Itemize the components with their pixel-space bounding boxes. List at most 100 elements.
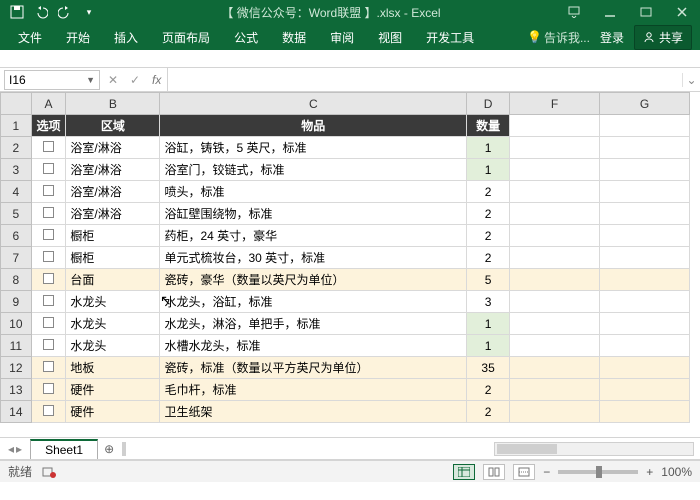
expand-formula-bar-icon[interactable]: ⌄ xyxy=(682,73,700,87)
cell-qty[interactable]: 2 xyxy=(467,247,510,269)
sheet-prev-icon[interactable]: ▸ xyxy=(16,442,22,456)
checkbox-icon[interactable] xyxy=(43,185,54,196)
checkbox-icon[interactable] xyxy=(43,251,54,262)
checkbox-icon[interactable] xyxy=(43,383,54,394)
cell-item[interactable]: 瓷砖，豪华（数量以英尺为单位） xyxy=(160,269,467,291)
cell[interactable] xyxy=(600,225,690,247)
cell-area[interactable]: 橱柜 xyxy=(66,225,160,247)
view-pagelayout-button[interactable] xyxy=(483,464,505,480)
cell-area[interactable]: 硬件 xyxy=(66,401,160,423)
share-button[interactable]: 共享 xyxy=(634,25,692,50)
cell-item[interactable]: 水龙头，浴缸，标准 xyxy=(160,291,467,313)
cell-qty[interactable]: 35 xyxy=(467,357,510,379)
cell-checkbox[interactable] xyxy=(31,379,66,401)
col-header-B[interactable]: B xyxy=(66,93,160,115)
cell-qty[interactable]: 1 xyxy=(467,313,510,335)
tell-me[interactable]: 💡告诉我... xyxy=(527,29,590,46)
zoom-out-button[interactable]: − xyxy=(543,465,550,479)
cell-item[interactable]: 水槽水龙头，标准 xyxy=(160,335,467,357)
cell-checkbox[interactable] xyxy=(31,269,66,291)
tab-developer[interactable]: 开发工具 xyxy=(416,25,484,50)
cell[interactable] xyxy=(510,247,600,269)
checkbox-icon[interactable] xyxy=(43,141,54,152)
formula-input[interactable] xyxy=(167,68,682,91)
cell[interactable] xyxy=(510,379,600,401)
cell[interactable] xyxy=(600,335,690,357)
cell-item[interactable]: 毛巾杆，标准 xyxy=(160,379,467,401)
zoom-slider-knob[interactable] xyxy=(596,466,602,478)
checkbox-icon[interactable] xyxy=(43,273,54,284)
cell[interactable] xyxy=(600,269,690,291)
macro-record-icon[interactable] xyxy=(42,465,56,479)
sheet-first-icon[interactable]: ◂ xyxy=(8,442,14,456)
fx-button[interactable]: fx xyxy=(146,73,167,87)
checkbox-icon[interactable] xyxy=(43,229,54,240)
row-header[interactable]: 5 xyxy=(1,203,32,225)
hdr-area[interactable]: 区域 xyxy=(66,115,160,137)
row-header[interactable]: 7 xyxy=(1,247,32,269)
cell-item[interactable]: 喷头，标准 xyxy=(160,181,467,203)
select-all-corner[interactable] xyxy=(1,93,32,115)
col-header-D[interactable]: D xyxy=(467,93,510,115)
cell[interactable] xyxy=(600,203,690,225)
add-sheet-button[interactable]: ⊕ xyxy=(98,441,120,457)
cell[interactable] xyxy=(510,159,600,181)
cell[interactable] xyxy=(510,137,600,159)
cell-item[interactable]: 卫生纸架 xyxy=(160,401,467,423)
undo-button[interactable] xyxy=(30,1,52,23)
cell-area[interactable]: 浴室/淋浴 xyxy=(66,137,160,159)
zoom-in-button[interactable]: + xyxy=(646,465,653,479)
cell-checkbox[interactable] xyxy=(31,247,66,269)
cell-item[interactable]: 浴缸壁围绕物，标准 xyxy=(160,203,467,225)
checkbox-icon[interactable] xyxy=(43,317,54,328)
cell-item[interactable]: 单元式梳妆台，30 英寸，标准 xyxy=(160,247,467,269)
cell[interactable] xyxy=(600,379,690,401)
cell-checkbox[interactable] xyxy=(31,137,66,159)
cell[interactable] xyxy=(600,137,690,159)
cell[interactable] xyxy=(600,401,690,423)
chevron-down-icon[interactable]: ▼ xyxy=(86,75,95,85)
row-header[interactable]: 8 xyxy=(1,269,32,291)
close-button[interactable] xyxy=(664,0,700,24)
cell-checkbox[interactable] xyxy=(31,291,66,313)
cell-qty[interactable]: 2 xyxy=(467,203,510,225)
tab-review[interactable]: 审阅 xyxy=(320,25,364,50)
cell[interactable] xyxy=(600,247,690,269)
row-header[interactable]: 13 xyxy=(1,379,32,401)
row-header[interactable]: 14 xyxy=(1,401,32,423)
cell-area[interactable]: 浴室/淋浴 xyxy=(66,181,160,203)
row-header[interactable]: 2 xyxy=(1,137,32,159)
checkbox-icon[interactable] xyxy=(43,405,54,416)
cell-area[interactable]: 水龙头 xyxy=(66,313,160,335)
row-header[interactable]: 3 xyxy=(1,159,32,181)
tab-formulas[interactable]: 公式 xyxy=(224,25,268,50)
maximize-button[interactable] xyxy=(628,0,664,24)
cell-qty[interactable]: 1 xyxy=(467,159,510,181)
tab-file[interactable]: 文件 xyxy=(8,25,52,50)
cell-item[interactable]: 水龙头，淋浴，单把手，标准 xyxy=(160,313,467,335)
cell-checkbox[interactable] xyxy=(31,313,66,335)
cell[interactable] xyxy=(600,181,690,203)
cell-item[interactable]: 浴缸，铸铁，5 英尺，标准 xyxy=(160,137,467,159)
cell[interactable] xyxy=(510,225,600,247)
zoom-level[interactable]: 100% xyxy=(661,465,692,479)
cell-area[interactable]: 地板 xyxy=(66,357,160,379)
checkbox-icon[interactable] xyxy=(43,361,54,372)
col-header-F[interactable]: F xyxy=(510,93,600,115)
tab-home[interactable]: 开始 xyxy=(56,25,100,50)
row-header[interactable]: 4 xyxy=(1,181,32,203)
cell[interactable] xyxy=(510,291,600,313)
cell[interactable] xyxy=(510,401,600,423)
col-header-G[interactable]: G xyxy=(600,93,690,115)
checkbox-icon[interactable] xyxy=(43,295,54,306)
col-header-A[interactable]: A xyxy=(31,93,66,115)
horizontal-scrollbar[interactable] xyxy=(494,442,694,456)
sheet-tab-sheet1[interactable]: Sheet1 xyxy=(30,439,98,459)
cell-item[interactable]: 浴室门，铰链式，标准 xyxy=(160,159,467,181)
login-link[interactable]: 登录 xyxy=(594,29,630,46)
checkbox-icon[interactable] xyxy=(43,163,54,174)
tab-pagelayout[interactable]: 页面布局 xyxy=(152,25,220,50)
col-header-C[interactable]: C xyxy=(160,93,467,115)
cell[interactable] xyxy=(600,313,690,335)
cell-qty[interactable]: 2 xyxy=(467,181,510,203)
